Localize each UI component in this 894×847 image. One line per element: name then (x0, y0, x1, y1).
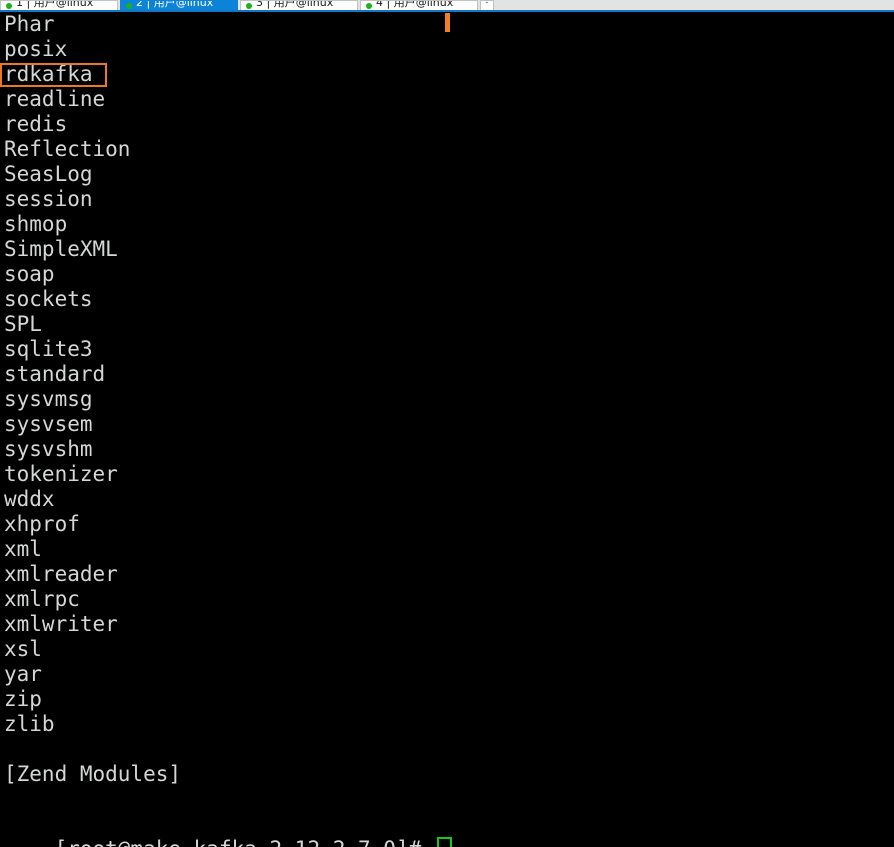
terminal-line: redis (4, 112, 181, 137)
terminal-line: sqlite3 (4, 337, 181, 362)
terminal-blank-line (4, 787, 181, 812)
terminal-line-text: yar (4, 662, 42, 686)
terminal-blank-line (4, 737, 181, 762)
green-dot-icon (246, 2, 252, 9)
terminal-tab-3-label: 3 | 用户@linux (256, 0, 334, 9)
terminal-tab-1-label: 1 | 用户@linux (16, 0, 94, 9)
terminal-line: [Zend Modules] (4, 762, 181, 787)
terminal-line-text: sysvsem (4, 412, 93, 436)
terminal-line-text: zip (4, 687, 42, 711)
terminal-line: xml (4, 537, 181, 562)
terminal-line: session (4, 187, 181, 212)
tab-overflow-icon: · (485, 0, 489, 9)
terminal-tab-3[interactable]: 3 | 用户@linux (240, 0, 358, 10)
terminal-line: SPL (4, 312, 181, 337)
shell-prompt-text: [root@make kafka_2.12-2.7.0]# (55, 837, 434, 847)
terminal-line-text: xmlreader (4, 562, 118, 586)
terminal-line: sysvsem (4, 412, 181, 437)
terminal-line-text: redis (4, 112, 68, 136)
green-dot-icon (6, 2, 12, 9)
highlighted-module-rdkafka: rdkafka (0, 62, 181, 87)
terminal-line-text: xsl (4, 637, 42, 661)
terminal-line-text: xmlrpc (4, 587, 80, 611)
terminal-line-text: xhprof (4, 512, 80, 536)
terminal-line: wddx (4, 487, 181, 512)
terminal-line: xmlreader (4, 562, 181, 587)
terminal-line: sysvshm (4, 437, 181, 462)
terminal-line: tokenizer (4, 462, 181, 487)
terminal-line: yar (4, 662, 181, 687)
terminal-line-text: [Zend Modules] (4, 762, 182, 786)
terminal-tab-1[interactable]: 1 | 用户@linux (0, 0, 118, 10)
terminal-line-text: Reflection (4, 137, 131, 161)
terminal-line: sockets (4, 287, 181, 312)
terminal-line-text: sqlite3 (4, 337, 93, 361)
terminal-line-text: soap (4, 262, 55, 286)
terminal-line: xsl (4, 637, 181, 662)
terminal-tab-4[interactable]: 4 | 用户@linux (360, 0, 478, 10)
tab-bar-empty-area (494, 0, 894, 10)
terminal-line: SeasLog (4, 162, 181, 187)
terminal-line-text: readline (4, 87, 106, 111)
terminal-line-text: SeasLog (4, 162, 93, 186)
terminal-line: soap (4, 262, 181, 287)
terminal-line-text: shmop (4, 212, 68, 236)
terminal-line-text: sysvmsg (4, 387, 93, 411)
terminal-line: readline (4, 87, 181, 112)
terminal-line-text (4, 737, 17, 761)
terminal-line-text: rdkafka (4, 62, 93, 86)
terminal-line: Reflection (4, 137, 181, 162)
terminal-line: shmop (4, 212, 181, 237)
terminal-line: sysvmsg (4, 387, 181, 412)
terminal-line-text: SPL (4, 312, 42, 336)
text-cursor (436, 837, 452, 847)
terminal-tab-2[interactable]: 2 | 用户@linux (120, 0, 238, 10)
terminal-line: Phar (4, 12, 181, 37)
green-dot-icon (366, 2, 372, 9)
terminal-line: xhprof (4, 512, 181, 537)
green-dot-icon (126, 2, 132, 9)
terminal-line: posix (4, 37, 181, 62)
terminal-screen[interactable]: Phar posix rdkafka readline redis Reflection S… (0, 12, 894, 847)
terminal-tab-2-label: 2 | 用户@linux (136, 0, 214, 9)
terminal-line: standard (4, 362, 181, 387)
terminal-line-text: session (4, 187, 93, 211)
terminal-line-text: xml (4, 537, 42, 561)
terminal-line-text: tokenizer (4, 462, 118, 486)
terminal-line: SimpleXML (4, 237, 181, 262)
shell-prompt-line: [root@make kafka_2.12-2.7.0]# (4, 812, 452, 847)
terminal-line-text: sockets (4, 287, 93, 311)
terminal-line-text: SimpleXML (4, 237, 118, 261)
terminal-line-text: standard (4, 362, 106, 386)
terminal-line-text: zlib (4, 712, 55, 736)
terminal-line-text: posix (4, 37, 68, 61)
tab-bar: 1 | 用户@linux 2 | 用户@linux 3 | 用户@linux 4… (0, 0, 894, 12)
terminal-line-text: Phar (4, 12, 55, 36)
terminal-line-text: wddx (4, 487, 55, 511)
orange-marker-bar (445, 13, 450, 32)
terminal-line-text: xmlwriter (4, 612, 118, 636)
terminal-output: Phar posix rdkafka readline redis Reflection S… (0, 12, 181, 812)
terminal-line-text (4, 787, 17, 811)
terminal-line: xmlrpc (4, 587, 181, 612)
terminal-line: zlib (4, 712, 181, 737)
terminal-line: xmlwriter (4, 612, 181, 637)
terminal-line-text: sysvshm (4, 437, 93, 461)
terminal-tab-4-label: 4 | 用户@linux (376, 0, 454, 9)
terminal-line: zip (4, 687, 181, 712)
tab-overflow-button[interactable]: · (480, 0, 494, 10)
